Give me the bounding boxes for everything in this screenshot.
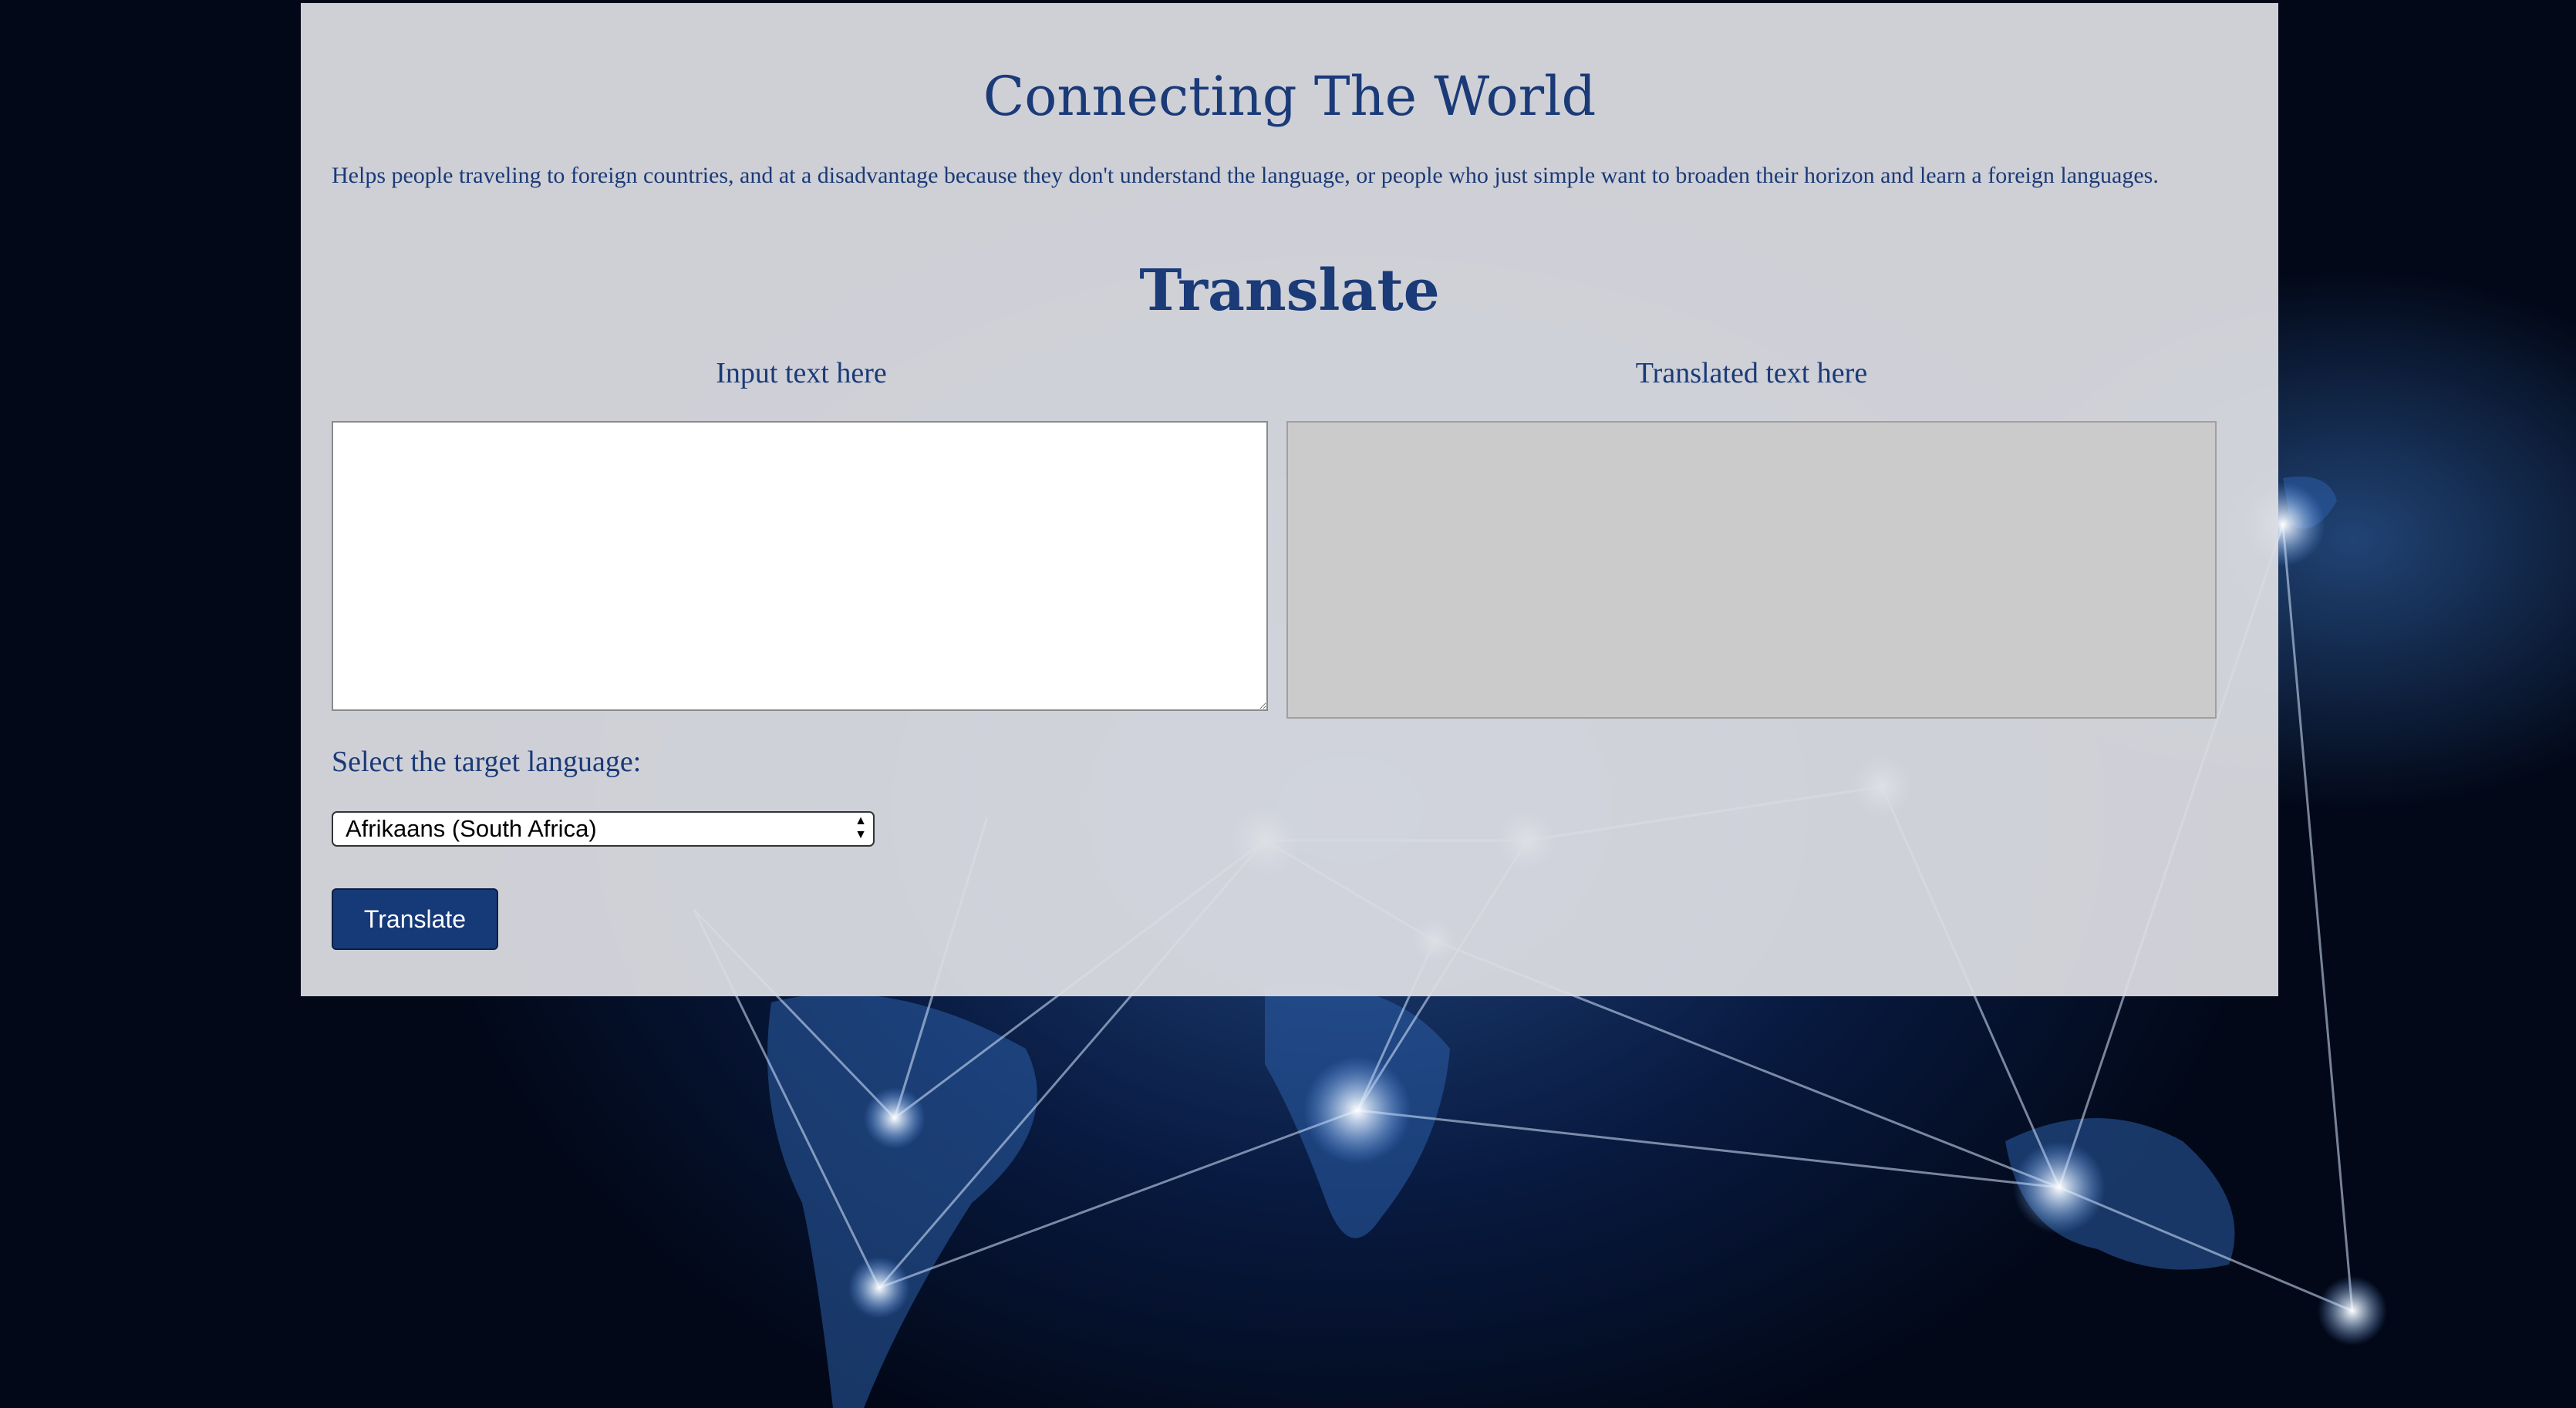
translated-text-label: Translated text here [1635, 357, 1868, 389]
main-panel: Connecting The World Helps people travel… [301, 3, 2278, 996]
target-language-select[interactable]: Afrikaans (South Africa) ▲ ▼ [332, 811, 875, 847]
select-arrows-icon: ▲ ▼ [855, 814, 867, 841]
page-title: Connecting The World [983, 65, 1597, 128]
input-text-area[interactable] [332, 421, 1268, 711]
input-text-label: Input text here [716, 357, 887, 389]
translate-button[interactable]: Translate [332, 888, 498, 950]
translate-heading: Translate [1139, 258, 1440, 324]
selected-language-value: Afrikaans (South Africa) [346, 815, 597, 842]
page-description: Helps people traveling to foreign countr… [332, 163, 2159, 188]
target-language-label: Select the target language: [332, 746, 642, 778]
translated-text-area [1286, 421, 2217, 719]
